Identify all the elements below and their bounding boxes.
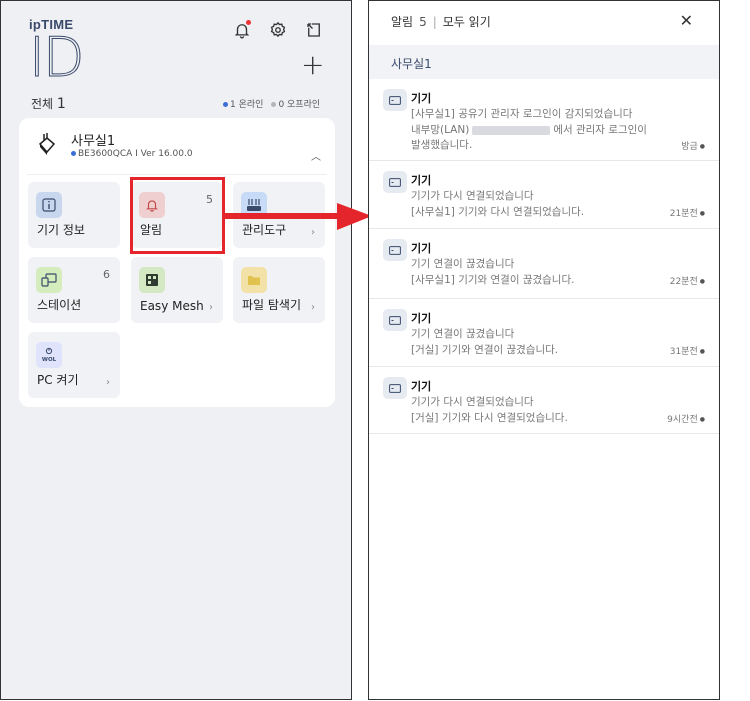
notification-title: 기기 [411,242,432,255]
notification-time: 22분전 [670,274,705,287]
read-all-button[interactable]: 모두 읽기 [443,13,491,30]
tile-label: Easy Mesh [140,299,204,313]
device-icon [383,377,407,399]
notification-line: 기기 연결이 끊겼습니다 [411,328,515,340]
header-title: 알림 [391,15,414,29]
tile-device-info[interactable]: 기기 정보 [28,182,120,248]
top-toolbar [231,19,325,41]
tile-label: 기기 정보 [37,223,85,237]
notification-title: 기기 [411,174,432,187]
tile-station[interactable]: 6 스테이션 [28,257,120,323]
chevron-right-icon: › [311,302,315,313]
alarm-highlight-box [130,177,225,254]
offline-status: 0 오프라인 [271,97,320,110]
device-name: 사무실1 [71,134,116,149]
notification-item[interactable]: 기기 [사무실1] 공유기 관리자 로그인이 감지되었습니다 내부망(LAN) 에… [369,79,719,161]
iptime-logo: ipTIME ID [29,17,85,89]
notification-item[interactable]: 기기 기기 연결이 끊겼습니다 [거실] 기기와 연결이 끊겼습니다. 31분전 [369,299,719,367]
notification-time: 31분전 [670,344,705,357]
device-icon [383,239,407,261]
wol-icon: WOL [36,342,62,368]
group-name: 사무실1 [391,57,432,71]
arrow-icon [222,203,372,230]
notification-line: [사무실1] 기기와 다시 연결되었습니다. [411,206,585,218]
svg-text:WOL: WOL [42,357,57,363]
header-separator: | [432,14,437,29]
total-count: 1 [56,96,66,112]
close-icon[interactable]: ✕ [680,11,693,30]
logo-id: ID [29,26,85,89]
device-total: 전체 1 [31,95,66,112]
notification-line: 기기 연결이 끊겼습니다 [411,258,515,270]
home-screen: ipTIME ID + 전체 1 1 온라인 0 오프라인 사무실1 BE360… [0,0,352,700]
info-icon [36,192,62,218]
total-label: 전체 [31,97,54,111]
device-icon [383,89,407,111]
notification-time: 방금 [681,139,705,152]
gear-icon[interactable] [267,19,289,41]
header-count: 5 [419,14,427,29]
tile-label: 스테이션 [37,298,82,312]
online-status: 1 온라인 [223,97,263,110]
notification-line: [거실] 기기와 다시 연결되었습니다. [411,412,568,424]
folder-icon [241,267,267,293]
notification-time: 9시간전 [667,412,705,425]
group-header: 사무실1 [369,45,719,79]
station-count: 6 [103,268,110,281]
notification-item[interactable]: 기기 기기가 다시 연결되었습니다 [사무실1] 기기와 다시 연결되었습니다.… [369,161,719,229]
device-icon [383,171,407,193]
notification-line: 발생했습니다. [411,139,473,151]
notification-line: [사무실1] 기기와 연결이 끊겼습니다. [411,274,575,286]
devices-icon [36,267,62,293]
bell-icon[interactable] [231,19,253,41]
notification-header: 알림 5 | 모두 읽기 [391,13,491,30]
notification-line: [사무실1] 공유기 관리자 로그인이 감지되었습니다 [411,108,633,120]
notification-line: 내부망(LAN) 에서 관리자 로그인이 [411,124,647,136]
tile-label: PC 켜기 [37,373,79,387]
notification-time: 21분전 [670,206,705,219]
unread-dot [246,20,251,25]
chevron-right-icon: › [209,302,213,313]
device-status: 1 온라인 0 오프라인 [223,97,320,110]
tile-pc-wake[interactable]: WOL PC 켜기 › [28,332,120,398]
mesh-icon [139,267,165,293]
tile-file-explorer[interactable]: 파일 탐색기 › [233,257,325,323]
notification-line: 기기가 다시 연결되었습니다 [411,396,534,408]
tile-easy-mesh[interactable]: Easy Mesh › [131,257,223,323]
tile-label: 파일 탐색기 [242,298,302,312]
device-model: BE3600QCA I Ver 16.00.0 [71,149,193,159]
notification-line: [거실] 기기와 연결이 끊겼습니다. [411,344,559,356]
router-icon [38,133,56,155]
notification-line: 기기가 다시 연결되었습니다 [411,190,534,202]
logout-icon[interactable] [303,19,325,41]
chevron-right-icon: › [106,377,110,388]
notification-title: 기기 [411,380,432,393]
add-device-button[interactable]: + [301,51,324,79]
collapse-chevron-icon[interactable]: ︿ [311,148,321,163]
device-icon [383,309,407,331]
notification-title: 기기 [411,312,432,325]
notification-item[interactable]: 기기 기기가 다시 연결되었습니다 [거실] 기기와 다시 연결되었습니다. 9… [369,367,719,434]
notification-item[interactable]: 기기 기기 연결이 끊겼습니다 [사무실1] 기기와 연결이 끊겼습니다. 22… [369,229,719,299]
notification-title: 기기 [411,92,432,105]
notification-screen: 알림 5 | 모두 읽기 ✕ 사무실1 기기 [사무실1] 공유기 관리자 로그… [368,0,720,700]
masked-ip [472,125,551,135]
